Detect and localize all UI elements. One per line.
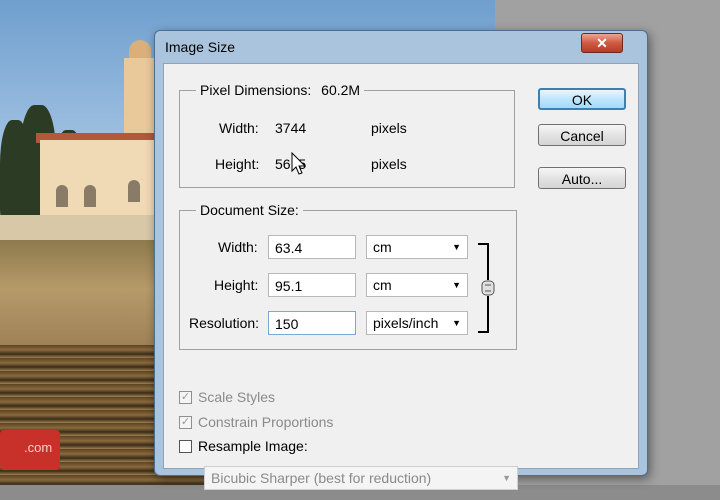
resample-image-checkbox[interactable] — [179, 440, 192, 453]
watermark-text: .com — [24, 440, 53, 455]
pixel-dimensions-title: Pixel Dimensions: — [200, 82, 312, 98]
pixel-height-label: Height: — [215, 156, 260, 172]
window — [84, 185, 96, 207]
resolution-input[interactable]: 150 — [268, 311, 356, 335]
chevron-down-icon: ▼ — [452, 318, 461, 328]
pixel-height-unit: pixels — [371, 156, 407, 172]
pixel-dimensions-size: 60.2M — [321, 82, 361, 98]
scale-styles-checkbox[interactable]: ✓ — [179, 391, 192, 404]
dialog-body: Pixel Dimensions: 60.2M Width: 3744 pixe… — [163, 63, 639, 490]
close-icon: ✕ — [596, 35, 608, 51]
document-size-label: Document Size: — [196, 202, 303, 218]
resolution-unit: pixels/inch — [373, 315, 439, 331]
pixel-width-label: Width: — [219, 120, 259, 136]
ok-button[interactable]: OK — [538, 88, 626, 110]
doc-width-unit: cm — [373, 239, 392, 255]
cancel-button[interactable]: Cancel — [538, 124, 626, 146]
pixel-dimensions-group — [179, 90, 515, 188]
doc-height-label: Height: — [214, 277, 259, 293]
image-size-dialog: Image Size ✕ Pixel Dimensions: 60.2M Wid… — [154, 30, 648, 490]
doc-height-unit-select[interactable]: cm ▼ — [366, 273, 468, 297]
pixel-width-value: 3744 — [275, 120, 307, 136]
doc-width-input[interactable]: 63.4 — [268, 235, 356, 259]
resolution-unit-select[interactable]: pixels/inch ▼ — [366, 311, 468, 335]
window — [56, 185, 68, 207]
constrain-proportions-label: Constrain Proportions — [198, 414, 334, 430]
doc-height-unit: cm — [373, 277, 392, 293]
chain-link-icon[interactable] — [476, 242, 506, 334]
constrain-proportions-checkbox[interactable]: ✓ — [179, 416, 192, 429]
check-icon: ✓ — [180, 391, 191, 403]
chevron-down-icon: ▼ — [502, 473, 511, 483]
chevron-down-icon: ▼ — [452, 242, 461, 252]
title-bar[interactable]: Image Size ✕ — [155, 31, 647, 63]
dialog-title: Image Size — [165, 39, 236, 55]
pixel-dimensions-label: Pixel Dimensions: 60.2M — [196, 82, 365, 98]
rocky-shore — [0, 240, 160, 350]
chevron-down-icon: ▼ — [452, 280, 461, 290]
window — [128, 180, 140, 202]
resolution-label: Resolution: — [189, 315, 260, 331]
resample-image-label: Resample Image: — [198, 438, 308, 454]
check-icon: ✓ — [180, 416, 191, 428]
doc-height-input[interactable]: 95.1 — [268, 273, 356, 297]
resample-method-select[interactable]: Bicubic Sharper (best for reduction) ▼ — [204, 466, 518, 490]
scale-styles-label: Scale Styles — [198, 389, 276, 405]
doc-width-unit-select[interactable]: cm ▼ — [366, 235, 468, 259]
pixel-width-unit: pixels — [371, 120, 407, 136]
doc-width-label: Width: — [218, 239, 258, 255]
mouse-cursor-icon — [291, 152, 307, 175]
close-button[interactable]: ✕ — [581, 33, 623, 53]
auto-button[interactable]: Auto... — [538, 167, 626, 189]
resample-method-value: Bicubic Sharper (best for reduction) — [211, 470, 432, 486]
